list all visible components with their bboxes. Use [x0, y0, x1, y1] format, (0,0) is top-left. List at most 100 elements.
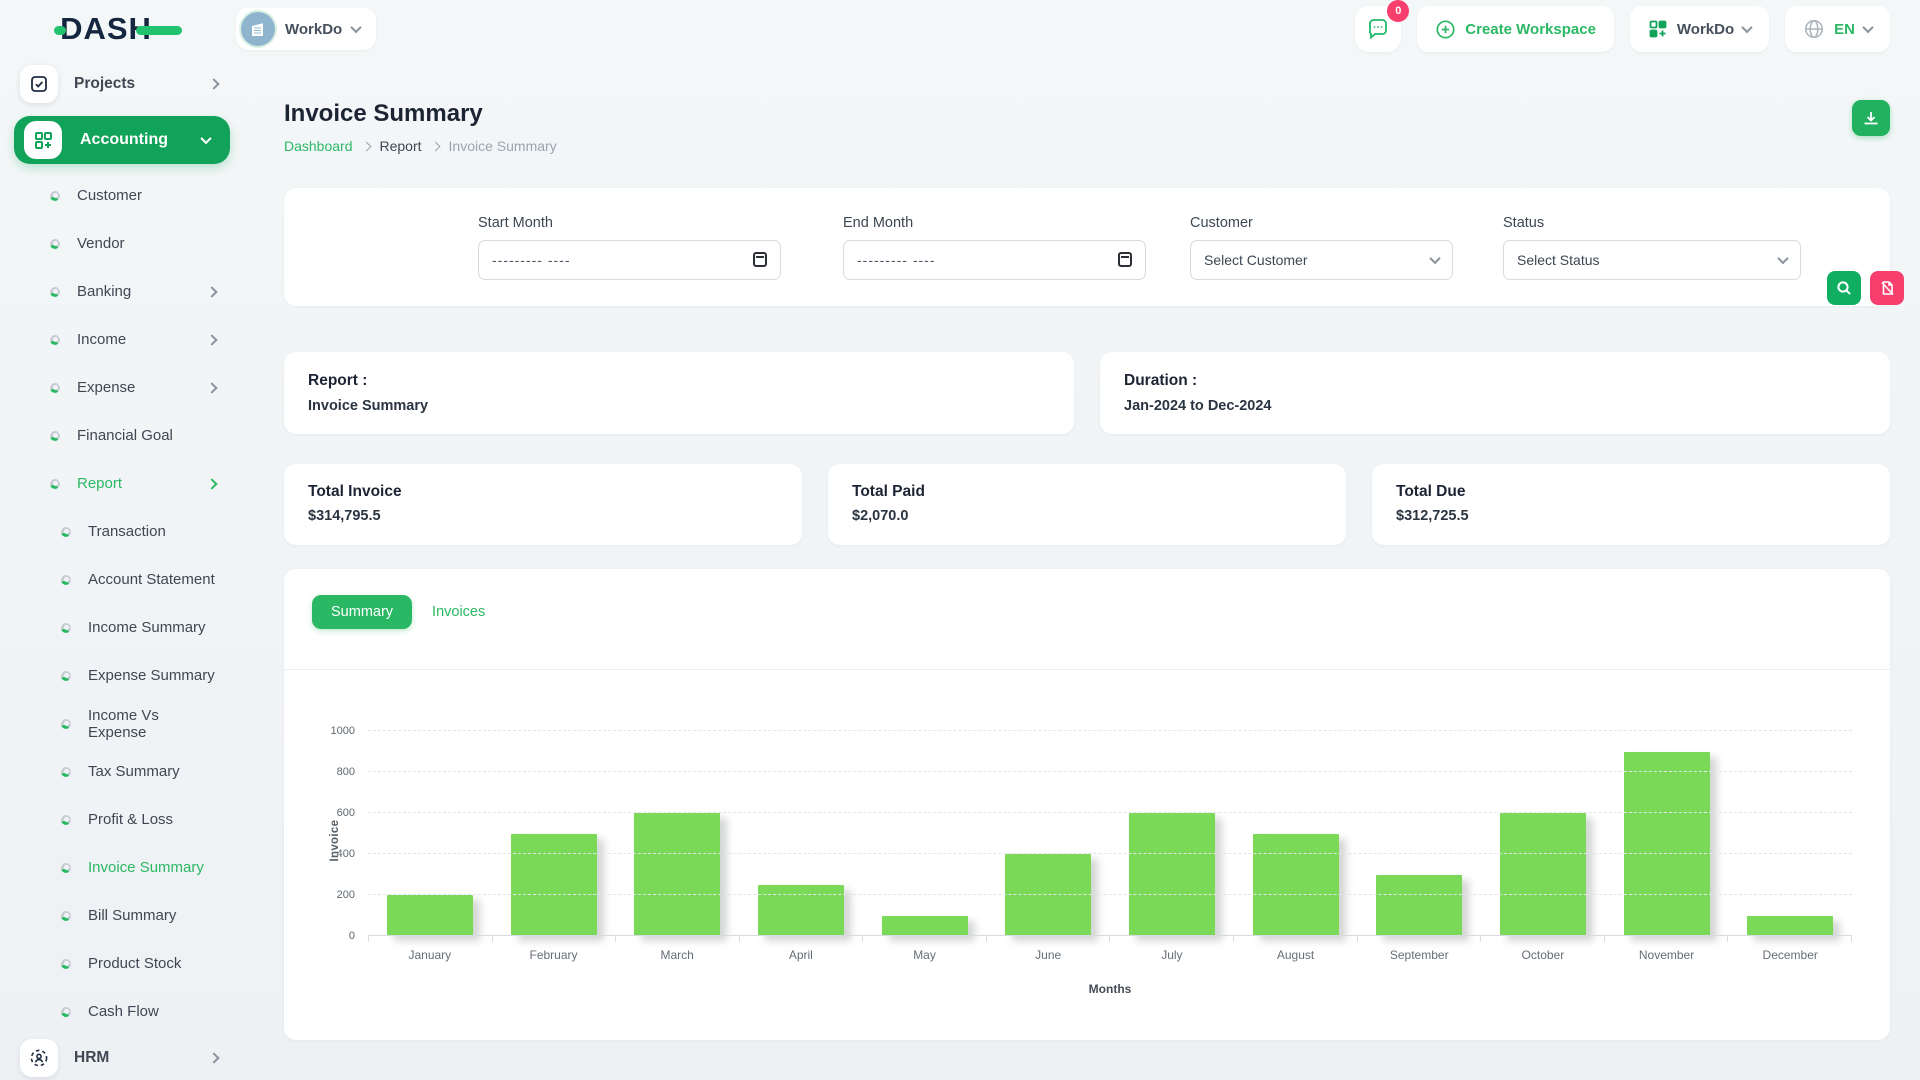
create-workspace-label: Create Workspace — [1465, 21, 1596, 38]
x-tick-label: March — [615, 948, 739, 962]
bullet-icon — [61, 1007, 71, 1017]
calendar-icon — [753, 252, 767, 267]
end-month-input[interactable]: --------- ---- — [843, 240, 1146, 280]
bar-march[interactable] — [634, 813, 720, 936]
chevron-down-icon — [351, 22, 362, 33]
sidebar-item-label: Projects — [74, 75, 135, 93]
bar-slot-july — [1110, 731, 1234, 936]
x-tick-label: December — [1728, 948, 1852, 962]
x-tick — [987, 936, 1111, 942]
gridline: 200 — [368, 894, 1852, 895]
sidebar-item-customer[interactable]: Customer — [0, 172, 236, 220]
sidebar-item-income-vs-expense[interactable]: Income Vs Expense — [0, 700, 236, 748]
sidebar-item-financial-goal[interactable]: Financial Goal — [0, 412, 236, 460]
language-selector[interactable]: EN — [1785, 6, 1890, 52]
bar-august[interactable] — [1253, 834, 1339, 937]
sidebar-item-report[interactable]: Report — [0, 460, 236, 508]
x-axis-title: Months — [368, 982, 1852, 996]
stat-value: $314,795.5 — [308, 508, 778, 524]
chart-plot: 02004006008001000 — [368, 731, 1852, 936]
sidebar-item-product-stock[interactable]: Product Stock — [0, 940, 236, 988]
bullet-icon — [61, 719, 71, 729]
tab-summary[interactable]: Summary — [312, 595, 412, 629]
breadcrumb-dashboard[interactable]: Dashboard — [284, 138, 353, 154]
chevron-right-icon — [208, 78, 219, 89]
download-button[interactable] — [1852, 100, 1890, 136]
language-label: EN — [1834, 21, 1855, 38]
sidebar-item-label: Expense Summary — [88, 667, 215, 684]
customer-select[interactable]: Select Customer — [1190, 240, 1453, 280]
chart-tabs: Summary Invoices — [312, 595, 1862, 629]
chevron-right-icon — [206, 382, 217, 393]
workspace-switcher[interactable]: WorkDo — [236, 8, 376, 50]
duration-card: Duration : Jan-2024 to Dec-2024 — [1100, 352, 1890, 434]
bar-may[interactable] — [882, 916, 968, 937]
sidebar-item-label: Income — [77, 331, 126, 348]
total-invoice-card: Total Invoice $314,795.5 — [284, 464, 802, 545]
tab-invoices[interactable]: Invoices — [432, 604, 485, 620]
sidebar-item-cash-flow[interactable]: Cash Flow — [0, 988, 236, 1036]
bar-september[interactable] — [1376, 875, 1462, 937]
sidebar-item-expense[interactable]: Expense — [0, 364, 236, 412]
accounting-submenu: Customer VendorBanking Income ExpenseFinanc… — [0, 172, 236, 508]
sidebar-item-label: Tax Summary — [88, 763, 180, 780]
sidebar-item-transaction[interactable]: Transaction — [0, 508, 236, 556]
bar-october[interactable] — [1500, 813, 1586, 936]
y-tick-label: 200 — [337, 889, 355, 901]
sidebar-item-income-summary[interactable]: Income Summary — [0, 604, 236, 652]
bar-november[interactable] — [1624, 752, 1710, 937]
x-tick — [740, 936, 864, 942]
sidebar-item-label: Cash Flow — [88, 1003, 159, 1020]
sidebar-item-banking[interactable]: Banking — [0, 268, 236, 316]
stat-label: Total Due — [1396, 483, 1866, 501]
x-tick — [493, 936, 617, 942]
apply-filter-button[interactable] — [1827, 271, 1861, 305]
bar-january[interactable] — [387, 895, 473, 936]
globe-icon — [1803, 18, 1825, 40]
sidebar-item-profit-loss[interactable]: Profit & Loss — [0, 796, 236, 844]
create-workspace-button[interactable]: Create Workspace — [1417, 6, 1614, 52]
sidebar-item-bill-summary[interactable]: Bill Summary — [0, 892, 236, 940]
bullet-icon — [61, 623, 71, 633]
sidebar-item-label: Customer — [77, 187, 142, 204]
logo-bar-accent — [136, 26, 182, 35]
bar-july[interactable] — [1129, 813, 1215, 936]
status-field: Status Select Status — [1503, 215, 1801, 280]
y-tick-label: 1000 — [331, 725, 355, 737]
reset-filter-button[interactable] — [1870, 271, 1904, 305]
sidebar-item-income[interactable]: Income — [0, 316, 236, 364]
sidebar-item-expense-summary[interactable]: Expense Summary — [0, 652, 236, 700]
search-icon — [1836, 280, 1852, 296]
sidebar-item-invoice-summary[interactable]: Invoice Summary — [0, 844, 236, 892]
x-tick — [863, 936, 987, 942]
chart-card: Summary Invoices Invoice 020040060080010… — [284, 569, 1890, 1040]
report-card: Report : Invoice Summary — [284, 352, 1074, 434]
logo[interactable]: DASH — [0, 11, 236, 47]
chevron-down-icon — [1777, 252, 1788, 263]
sidebar-item-tax-summary[interactable]: Tax Summary — [0, 748, 236, 796]
sidebar-item-hrm[interactable]: HRM — [0, 1036, 236, 1080]
bar-december[interactable] — [1747, 916, 1833, 937]
y-tick-label: 600 — [337, 807, 355, 819]
breadcrumb-report[interactable]: Report — [380, 138, 422, 154]
bar-june[interactable] — [1005, 854, 1091, 936]
sidebar-item-label: Invoice Summary — [88, 859, 204, 876]
sidebar-item-label: Income Summary — [88, 619, 206, 636]
sidebar-item-projects[interactable]: Projects — [0, 62, 236, 106]
chat-icon — [1366, 17, 1390, 41]
status-select[interactable]: Select Status — [1503, 240, 1801, 280]
sidebar-item-vendor[interactable]: Vendor — [0, 220, 236, 268]
sidebar-item-account-statement[interactable]: Account Statement — [0, 556, 236, 604]
bullet-icon — [50, 335, 60, 345]
sidebar-item-label: Profit & Loss — [88, 811, 173, 828]
user-menu[interactable]: WorkDo — [1630, 6, 1769, 52]
y-tick-label: 0 — [349, 930, 355, 942]
sidebar-item-accounting[interactable]: Accounting — [14, 116, 230, 164]
bar-february[interactable] — [511, 834, 597, 937]
start-month-input[interactable]: --------- ---- — [478, 240, 781, 280]
x-tick-label: October — [1481, 948, 1605, 962]
sidebar-item-label: Accounting — [80, 131, 168, 149]
messages-button[interactable]: 0 — [1355, 6, 1401, 52]
app-root: DASH WorkDo 0 — [0, 0, 1920, 1080]
bar-april[interactable] — [758, 885, 844, 936]
